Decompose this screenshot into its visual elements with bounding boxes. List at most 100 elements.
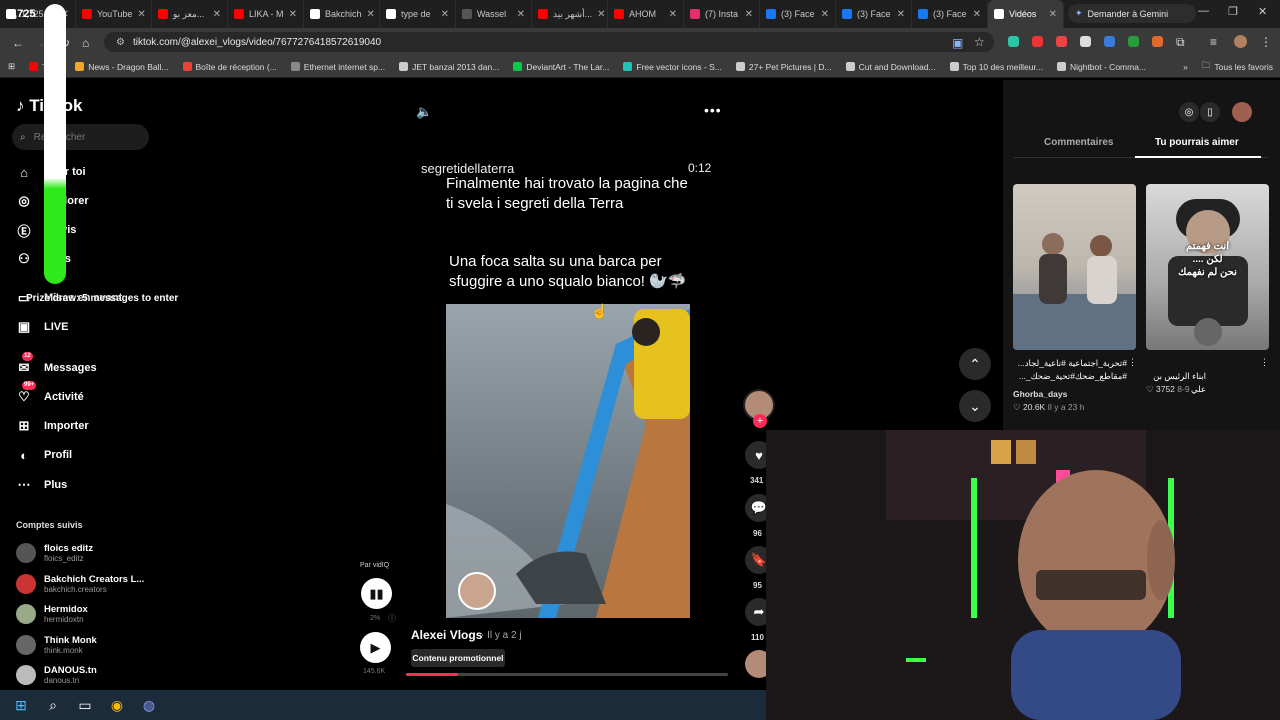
search-icon[interactable]: ⌕ [44,696,62,714]
menu-kebab-icon[interactable]: ⋮ [1260,35,1272,49]
sidebar-item[interactable]: ✉ 12 Messages [16,352,97,379]
followed-account[interactable]: Think Monk think.monk [16,635,97,655]
extension-icon[interactable] [1104,36,1115,47]
promo-badge[interactable]: Contenu promotionnel [411,649,505,667]
video-author[interactable]: Ghorba_days [1013,389,1067,399]
extension-icon[interactable] [1152,36,1163,47]
browser-tab[interactable]: (3) Face ✕ [912,0,988,28]
apps-grid-icon[interactable]: ⊞ [0,61,22,72]
more-options-icon[interactable]: ⋮ [1260,357,1269,368]
site-info-icon[interactable]: ⚙ [116,37,125,48]
browser-tab[interactable]: Wassel ✕ [456,0,532,28]
phone-icon[interactable]: ▯ [1200,102,1220,122]
extension-icon[interactable] [1008,36,1019,47]
followed-account[interactable]: floics editz floics_editz [16,543,93,563]
close-tab-icon[interactable]: ✕ [821,9,829,20]
sidebar-item[interactable]: ⋯ Plus [16,474,68,496]
browser-tab[interactable]: (3) Face ✕ [836,0,912,28]
browser-tab[interactable]: أشهر بيد... ✕ [532,0,608,28]
close-tab-icon[interactable]: ✕ [973,9,981,20]
next-video-button[interactable]: ⌄ [959,390,991,422]
extension-icon[interactable] [1032,36,1043,47]
close-tab-icon[interactable]: ✕ [745,9,753,20]
browser-tab[interactable]: YouTube ✕ [76,0,152,28]
info-icon[interactable]: ⓘ [388,613,396,624]
browser-tab[interactable]: معز بو... ✕ [152,0,228,28]
creator-name[interactable]: Alexei Vlogs [411,628,482,642]
close-tab-icon[interactable]: ✕ [897,9,905,20]
video-thumbnail[interactable]: انت فهمتم لكن .... نحن لم نفهمك [1146,184,1269,350]
more-options-icon[interactable]: ⋮ [1128,357,1137,368]
video-progress-bar[interactable] [406,673,728,676]
bookmark-item[interactable]: DeviantArt - The Lar... [506,62,616,72]
close-tab-icon[interactable]: ✕ [669,9,677,20]
sidebar-item[interactable]: ♡ 99+ Activité [16,381,84,408]
close-tab-icon[interactable]: ✕ [441,9,449,20]
close-tab-icon[interactable]: ✕ [1049,9,1057,20]
followed-account[interactable]: DANOUS.tn danous.tn [16,665,97,685]
maximize-icon[interactable]: ❐ [1228,5,1238,18]
more-options-icon[interactable]: ••• [704,102,722,118]
sidebar-item[interactable]: ▣ LIVE [16,316,69,338]
windows-start-icon[interactable]: ⊞ [12,696,30,714]
vidiq-stats-button[interactable]: ▮▮ [361,578,392,609]
close-window-icon[interactable]: ✕ [1258,5,1267,18]
tab-you-may-like[interactable]: Tu pourrais aimer [1155,137,1239,148]
close-tab-icon[interactable]: ✕ [213,9,221,20]
extension-icon[interactable] [1080,36,1091,47]
vidiq-play-button[interactable]: ▶ [360,632,391,663]
all-bookmarks-folder[interactable]: 🗀 Tous les favoris [1195,60,1280,74]
browser-tab[interactable]: Bakchich ✕ [304,0,380,28]
browser-tab[interactable]: Vidéos ✕ [988,0,1064,28]
follow-plus-icon[interactable]: + [753,414,767,428]
close-tab-icon[interactable]: ✕ [289,9,297,20]
back-icon[interactable]: ← [12,36,24,50]
profile-avatar[interactable] [1234,35,1247,48]
gemini-button[interactable]: ✦ Demander à Gemini [1068,4,1196,23]
home-button-icon[interactable]: ⌂ [82,36,89,50]
chrome-icon[interactable]: ◉ [108,696,126,714]
extension-icon[interactable] [1056,36,1067,47]
bookmark-star-icon[interactable]: ☆ [974,35,985,49]
more-bookmarks-icon[interactable]: » [1176,62,1195,72]
minimize-icon[interactable]: — [1198,5,1209,17]
sidebar-item[interactable]: ◐ Profil [16,444,72,466]
extension-icon[interactable] [1128,36,1139,47]
previous-video-button[interactable]: ⌃ [959,348,991,380]
followed-account[interactable]: Bakchich Creators L... bakchich.creators [16,574,144,594]
bookmark-item[interactable]: 27+ Pet Pictures | D... [729,62,839,72]
reading-list-icon[interactable]: ≡ [1210,35,1217,49]
cast-icon[interactable]: ▣ [952,36,963,50]
search-input[interactable]: ⌕ Rechercher [12,124,149,150]
browser-tab[interactable]: AHOM ✕ [608,0,684,28]
bookmark-item[interactable]: Top 10 des meilleur... [943,62,1050,72]
bookmark-item[interactable]: Nightbot - Comma... [1050,62,1153,72]
extensions-puzzle-icon[interactable]: ⧉ [1176,35,1185,50]
volume-icon[interactable]: 🔈 [416,104,432,120]
discord-icon[interactable]: ◍ [140,696,158,714]
sidebar-item[interactable]: ⊞ Importer [16,415,89,437]
url-bar[interactable]: ⚙ tiktok.com/@alexei_vlogs/video/7677276… [104,32,994,52]
bookmark-item[interactable]: Ethernet internet sp... [284,62,392,72]
task-view-icon[interactable]: ▭ [76,696,94,714]
browser-tab[interactable]: (7) Insta ✕ [684,0,760,28]
bookmark-item[interactable]: News - Dragon Ball... [68,62,175,72]
close-tab-icon[interactable]: ✕ [367,9,375,20]
video-thumbnail[interactable] [1013,184,1136,350]
tab-comments[interactable]: Commentaires [1044,137,1113,148]
bookmark-item[interactable]: Free vector icons - S... [616,62,729,72]
bookmark-item[interactable]: JET banzai 2013 dan... [392,62,506,72]
close-tab-icon[interactable]: ✕ [517,9,525,20]
bookmark-item[interactable]: Boîte de réception (... [176,62,284,72]
video-description[interactable]: #تحربة_اجتماعية #ناعية_لجاد... #مقاطع_ضح… [1013,357,1127,383]
close-tab-icon[interactable]: ✕ [137,9,145,20]
browser-tab[interactable]: type de ✕ [380,0,456,28]
close-tab-icon[interactable]: ✕ [597,9,605,20]
video-clip-frame[interactable] [446,304,690,618]
user-avatar[interactable] [1232,102,1252,122]
browser-tab[interactable]: (3) Face ✕ [760,0,836,28]
browser-tab[interactable]: LIKA - M ✕ [228,0,304,28]
bookmark-item[interactable]: Cut and Download... [839,62,943,72]
coin-icon[interactable]: ◎ [1179,102,1199,122]
followed-account[interactable]: Hermidox hermidoxtn [16,604,88,624]
